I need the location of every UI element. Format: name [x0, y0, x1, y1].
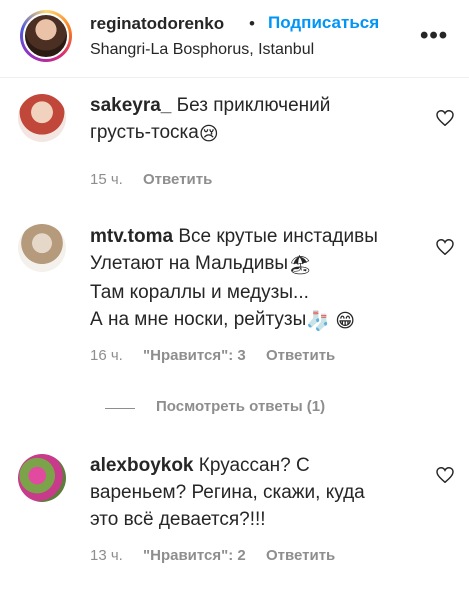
post-header: reginatodorenko • Подписаться Shangri-La… — [0, 0, 469, 78]
profile-username[interactable]: reginatodorenko — [90, 14, 224, 34]
separator-dot: • — [249, 14, 255, 33]
like-heart-icon[interactable] — [436, 239, 454, 255]
likes-count[interactable]: "Нравится": 3 — [143, 347, 246, 364]
reply-button[interactable]: Ответить — [266, 347, 335, 364]
comment-time: 16 ч. — [90, 347, 123, 364]
comment-line: вареньем? Регина, скажи, куда — [90, 482, 365, 503]
like-heart-icon[interactable] — [436, 467, 454, 483]
like-heart-icon[interactable] — [436, 110, 454, 126]
comment-line: Все крутые инстадивы — [178, 226, 378, 247]
crying-emoji: 😢 — [198, 124, 219, 145]
reply-button[interactable]: Ответить — [266, 547, 335, 564]
comment-meta: 15 ч. Ответить — [90, 171, 228, 188]
comment-text: sakeyra_ Без приключений грусть-тоска😢 — [90, 92, 420, 148]
commenter-avatar[interactable] — [18, 224, 66, 272]
more-options-icon[interactable]: ••• — [420, 22, 448, 50]
comment-time: 15 ч. — [90, 171, 123, 188]
comment-text: mtv.toma Все крутые инстадивы Улетают на… — [90, 223, 420, 335]
comment-meta: 16 ч. "Нравится": 3 Ответить — [90, 347, 351, 364]
comment-line: грусть-тоска — [90, 122, 199, 143]
comment-line: А на мне носки, рейтузы — [90, 309, 307, 330]
commenter-avatar[interactable] — [18, 94, 66, 142]
beach-emoji: 🏖 — [288, 255, 313, 276]
comment-username[interactable]: mtv.toma — [90, 226, 173, 247]
comment-text: alexboykok Круассан? С вареньем? Регина,… — [90, 452, 420, 533]
follow-button[interactable]: Подписаться — [268, 13, 379, 33]
comment-line: Без приключений — [176, 95, 331, 116]
reply-button[interactable]: Ответить — [143, 171, 212, 188]
comment-line: Круассан? С — [198, 455, 310, 476]
comment-line: это всё девается?!!! — [90, 509, 266, 530]
comment-time: 13 ч. — [90, 547, 123, 564]
comment-username[interactable]: alexboykok — [90, 455, 194, 476]
post-location[interactable]: Shangri-La Bosphorus, Istanbul — [90, 41, 314, 59]
commenter-avatar[interactable] — [18, 454, 66, 502]
socks-grin-emoji: 🧦 😁 — [306, 311, 356, 332]
comment-meta: 13 ч. "Нравится": 2 Ответить — [90, 547, 351, 564]
comment-line: Там кораллы и медузы... — [90, 282, 309, 303]
profile-avatar[interactable] — [20, 10, 72, 62]
replies-divider — [105, 408, 135, 409]
comment-username[interactable]: sakeyra_ — [90, 95, 171, 116]
view-replies-button[interactable]: Посмотреть ответы (1) — [156, 398, 325, 415]
likes-count[interactable]: "Нравится": 2 — [143, 547, 246, 564]
comment-line: Улетают на Мальдивы — [90, 253, 289, 274]
